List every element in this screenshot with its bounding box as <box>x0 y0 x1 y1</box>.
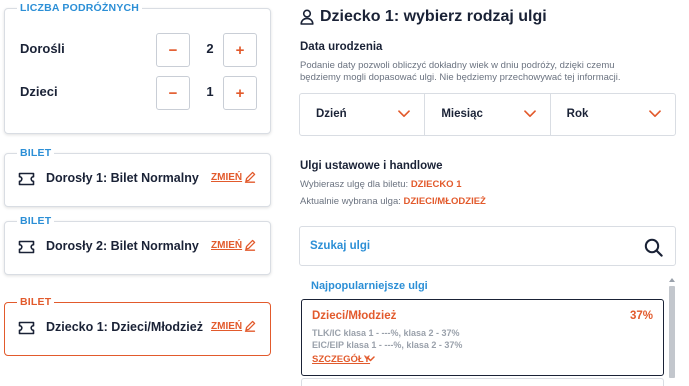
chevron-down-icon <box>523 110 536 118</box>
discount-option-name: Dzieci/Młodzież <box>312 310 397 322</box>
ticket-legend: BILET <box>17 296 55 308</box>
birth-date-help-line-1: Podanie daty pozwoli obliczyć dokładny w… <box>300 60 615 71</box>
currently-selected-discount: Aktualnie wybrana ulga: DZIECI/MŁODZIEŻ <box>300 196 486 207</box>
change-ticket-link[interactable]: ZMIEŃ <box>211 240 242 251</box>
adults-row: Dorośli − 2 + <box>5 33 270 67</box>
discount-option-next[interactable] <box>301 378 664 386</box>
chevron-down-icon[interactable] <box>366 356 375 362</box>
adults-count: 2 <box>206 41 214 56</box>
scrollbar-thumb[interactable] <box>669 286 675 378</box>
currently-selected-value: DZIECI/MŁODZIEŻ <box>403 196 486 207</box>
discount-option-selected[interactable]: Dzieci/Młodzież 37% TLK/IC klasa 1 - ---… <box>301 299 664 376</box>
ticket-card-adult-2: BILET Dorosły 2: Bilet Normalny ZMIEŃ <box>4 215 271 275</box>
children-increment-button[interactable]: + <box>223 76 257 110</box>
birth-date-help-line-2: będziemy mogli dopasować ulgi. Nie będzi… <box>300 72 621 83</box>
birth-date-label: Data urodzenia <box>300 41 383 53</box>
day-select-label: Dzień <box>316 108 347 120</box>
year-select[interactable]: Rok <box>551 94 675 135</box>
ticket-icon <box>18 240 35 254</box>
discount-search-input[interactable] <box>310 237 630 255</box>
scrollbar[interactable] <box>668 276 676 378</box>
chevron-down-icon <box>398 110 411 118</box>
discount-option-percent: 37% <box>629 310 653 322</box>
ticket-legend: BILET <box>17 147 55 159</box>
month-select-label: Miesiąc <box>441 108 483 120</box>
discount-search <box>299 226 676 266</box>
ticket-name: Dorosły 1: Bilet Normalny <box>46 171 199 185</box>
change-ticket-link[interactable]: ZMIEŃ <box>211 321 242 332</box>
details-link[interactable]: SZCZEGÓŁY <box>312 354 370 365</box>
ticket-name: Dziecko 1: Dzieci/Młodzież <box>46 320 203 334</box>
pencil-icon[interactable] <box>244 171 256 183</box>
passengers-legend: LICZBA PODRÓŻNYCH <box>17 2 143 14</box>
ticket-legend: BILET <box>17 215 55 227</box>
discounts-label: Ulgi ustawowe i handlowe <box>300 160 443 172</box>
ticket-icon <box>18 172 35 186</box>
discount-option-detail-line-1: TLK/IC klasa 1 - ---%, klasa 2 - 37% <box>312 328 460 338</box>
choosing-for-ticket: Wybierasz ulgę dla biletu: DZIECKO 1 <box>300 179 462 190</box>
pencil-icon[interactable] <box>244 239 256 251</box>
change-ticket-link[interactable]: ZMIEŃ <box>211 172 242 183</box>
pencil-icon[interactable] <box>244 320 256 332</box>
birth-date-selector: Dzień Miesiąc Rok <box>299 93 676 136</box>
popular-discounts-label: Najpopularniejsze ulgi <box>311 280 428 292</box>
user-icon <box>300 9 314 25</box>
year-select-label: Rok <box>566 108 589 120</box>
currently-selected-prefix: Aktualnie wybrana ulga: <box>300 196 401 207</box>
passengers-card: LICZBA PODRÓŻNYCH Dorośli − 2 + Dzieci −… <box>4 2 271 134</box>
page-title: Dziecko 1: wybierz rodzaj ulgi <box>320 8 547 25</box>
children-row: Dzieci − 1 + <box>5 76 270 110</box>
ticket-icon <box>18 321 35 335</box>
chevron-down-icon <box>649 110 661 118</box>
scroll-up-arrow-icon[interactable] <box>668 276 676 284</box>
adults-increment-button[interactable]: + <box>223 33 257 67</box>
discount-option-detail-line-2: EIC/EIP klasa 1 - ---%, klasa 2 - 37% <box>312 340 463 350</box>
day-select[interactable]: Dzień <box>300 94 426 135</box>
ticket-name: Dorosły 2: Bilet Normalny <box>46 239 199 253</box>
children-count: 1 <box>206 84 214 99</box>
search-icon[interactable] <box>644 238 663 257</box>
choosing-for-ticket-value: DZIECKO 1 <box>410 179 462 190</box>
adults-decrement-button[interactable]: − <box>156 33 190 67</box>
children-decrement-button[interactable]: − <box>156 76 190 110</box>
children-label: Dzieci <box>20 84 58 99</box>
ticket-card-child-1[interactable]: BILET Dziecko 1: Dzieci/Młodzież ZMIEŃ <box>4 296 271 356</box>
choosing-for-ticket-prefix: Wybierasz ulgę dla biletu: <box>300 179 409 190</box>
ticket-card-adult-1: BILET Dorosły 1: Bilet Normalny ZMIEŃ <box>4 147 271 207</box>
adults-label: Dorośli <box>20 41 65 56</box>
month-select[interactable]: Miesiąc <box>425 94 551 135</box>
